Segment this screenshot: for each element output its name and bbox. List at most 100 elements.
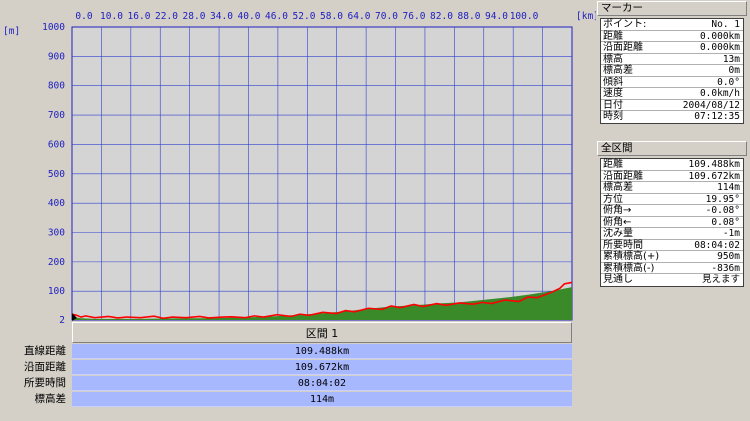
x-tick-label: 22.0	[155, 11, 178, 22]
total-row-value: 08:04:02	[694, 239, 740, 251]
total-row-value: 19.95°	[705, 193, 740, 205]
total-row-label: 見通し	[603, 274, 633, 285]
total-row-label: 累積標高(-)	[603, 262, 655, 274]
x-tick-label: 28.0	[183, 11, 206, 22]
y-tick-label: 500	[48, 169, 65, 180]
y-tick-label: 800	[48, 81, 65, 92]
total-row-value: 109.488km	[688, 159, 740, 170]
x-axis-unit: [km]	[576, 11, 596, 22]
y-tick-label: 400	[48, 198, 65, 209]
marker-row-label: 距離	[603, 30, 623, 42]
total-row: 俯角← 0.08°	[601, 216, 743, 228]
x-tick-label: 58.0	[320, 11, 343, 22]
x-tick-label: 76.0	[403, 11, 426, 22]
marker-panel-title: マーカー	[597, 1, 747, 16]
x-tick-label: 70.0	[375, 11, 398, 22]
total-panel-title: 全区間	[597, 141, 747, 156]
marker-row-value: 07:12:35	[694, 111, 740, 122]
marker-row-label: 速度	[603, 88, 623, 99]
section-label: 区間 1	[305, 326, 339, 340]
marker-row-value: 0.000km	[699, 42, 740, 53]
marker-row-label: 標高差	[603, 65, 633, 76]
total-row-label: 累積標高(+)	[603, 251, 660, 262]
x-tick-label: 94.0	[485, 11, 508, 22]
marker-info-box: ポイント: No. 1 距離 0.000km 沿面距離 0.000km 標高 13m 標…	[600, 18, 744, 124]
marker-row: 標高差 0m	[601, 65, 743, 77]
y-tick-label: 300	[48, 228, 65, 239]
y-tick-label: 900	[48, 51, 65, 62]
marker-row-value: 13m	[722, 53, 740, 65]
x-tick-label: 88.0	[458, 11, 481, 22]
x-tick-label: 64.0	[348, 11, 371, 22]
summary-row: 沿面距離 109.672km	[0, 360, 573, 375]
total-info-box: 距離 109.488km 沿面距離 109.672km 標高差 114m 方位 19.9…	[600, 158, 744, 287]
x-tick-label: 100.0	[510, 11, 539, 22]
total-row-value: 見えます	[701, 274, 740, 285]
marker-row-value: 0.0km/h	[699, 88, 740, 99]
marker-row-value: 2004/08/12	[682, 99, 740, 111]
marker-row: 沿面距離 0.000km	[601, 42, 743, 54]
x-tick-label: 34.0	[210, 11, 233, 22]
x-tick-label: 16.0	[128, 11, 151, 22]
section-summary-table: 直線距離 109.488km 沿面距離 109.672km 所要時間 08:04…	[0, 344, 573, 408]
x-tick-label: 0.0	[75, 11, 92, 22]
total-row: 所要時間 08:04:02	[601, 239, 743, 251]
y-tick-label: 700	[48, 110, 65, 121]
summary-row: 直線距離 109.488km	[0, 344, 573, 359]
summary-label: 標高差	[34, 393, 67, 405]
info-panel: マーカー ポイント: No. 1 距離 0.000km 沿面距離 0.000km 標高…	[597, 0, 750, 421]
total-row: 距離 109.488km	[601, 159, 743, 171]
summary-label: 沿面距離	[24, 361, 66, 373]
summary-value: 109.672km	[72, 360, 572, 375]
total-row: 俯角→ -0.08°	[601, 205, 743, 217]
x-tick-label: 40.0	[238, 11, 261, 22]
marker-row: 距離 0.000km	[601, 30, 743, 42]
total-row-label: 所要時間	[603, 239, 643, 251]
x-tick-label: 10.0	[100, 11, 123, 22]
y-axis-unit: [m]	[3, 26, 20, 37]
total-row-value: 109.672km	[688, 170, 740, 182]
marker-row: 速度 0.0km/h	[601, 88, 743, 100]
total-row-value: 114m	[717, 182, 740, 193]
total-row-value: 950m	[717, 251, 740, 262]
summary-row: 所要時間 08:04:02	[0, 376, 573, 391]
total-row: 沿面距離 109.672km	[601, 170, 743, 182]
total-row: 累積標高(-) -836m	[601, 262, 743, 274]
marker-row: ポイント: No. 1	[601, 19, 743, 31]
marker-row-label: 沿面距離	[603, 42, 643, 53]
marker-row-label: 傾斜	[603, 76, 623, 88]
marker-row-label: 日付	[603, 99, 623, 111]
marker-row-value: No. 1	[711, 19, 740, 30]
total-row: 見通し 見えます	[601, 274, 743, 286]
summary-value: 08:04:02	[72, 376, 572, 391]
marker-row: 標高 13m	[601, 53, 743, 65]
total-row-value: 0.08°	[711, 216, 740, 228]
total-row-label: 標高差	[603, 182, 633, 193]
y-tick-label: 2	[59, 315, 65, 326]
y-tick-label: 600	[48, 139, 65, 150]
total-row: 方位 19.95°	[601, 193, 743, 205]
x-tick-label: 82.0	[430, 11, 453, 22]
total-row: 標高差 114m	[601, 182, 743, 194]
y-tick-label: 200	[48, 257, 65, 268]
marker-row-value: 0.000km	[699, 30, 740, 42]
x-tick-label: 52.0	[293, 11, 316, 22]
total-row-label: 俯角→	[603, 205, 632, 216]
marker-row-value: 0m	[728, 65, 740, 76]
marker-row-label: 時刻	[603, 111, 623, 122]
y-tick-label: 100	[48, 286, 65, 297]
total-row-label: 俯角←	[603, 216, 632, 228]
total-row-label: 沿面距離	[603, 170, 643, 182]
summary-row: 標高差 114m	[0, 392, 573, 407]
summary-value: 109.488km	[72, 344, 572, 359]
summary-label: 所要時間	[24, 377, 66, 389]
section-header[interactable]: 区間 1	[72, 322, 572, 343]
marker-row-label: 標高	[603, 53, 623, 65]
x-tick-label: 46.0	[265, 11, 288, 22]
x-axis-ticks: 0.0 10.0 16.0 22.0 28.0 34.0 40.0 46.0 52.0 58.0 6…	[75, 11, 538, 22]
total-row: 沈み量 -1m	[601, 228, 743, 240]
total-row-value: -1m	[722, 228, 740, 239]
total-row-label: 方位	[603, 193, 623, 205]
marker-row-value: 0.0°	[717, 76, 740, 88]
total-row: 累積標高(+) 950m	[601, 251, 743, 263]
